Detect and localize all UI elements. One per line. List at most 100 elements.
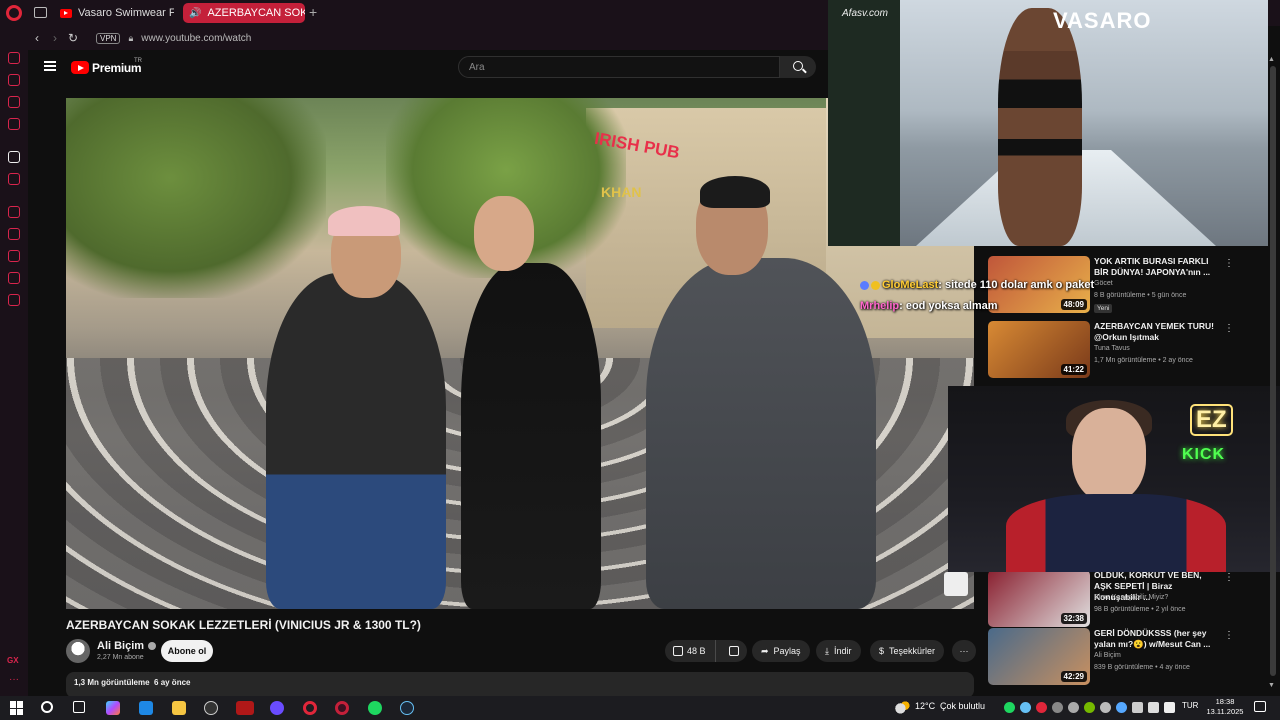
opera-logo-icon[interactable] <box>6 5 22 21</box>
thanks-icon: $ <box>879 646 885 656</box>
search-input[interactable] <box>459 57 779 78</box>
recommendation-title[interactable]: AZERBAYCAN YEMEK TURU! @Orkun Işıtmak <box>1094 321 1218 343</box>
search-taskbar-icon[interactable] <box>41 701 53 713</box>
workspaces-icon[interactable] <box>34 7 47 18</box>
copilot-icon[interactable] <box>106 701 120 715</box>
notification-icon[interactable] <box>1254 701 1266 712</box>
menu-icon[interactable] <box>44 61 56 71</box>
lock-icon[interactable]: 🔒︎ <box>128 33 133 44</box>
dislike-button[interactable] <box>721 646 747 656</box>
spotify-icon[interactable] <box>368 701 382 715</box>
tray-monitor-icon[interactable] <box>1132 702 1143 713</box>
recommendation-title[interactable]: GERİ DÖNDÜKSSS (her şey yalan mı?😮) w/Me… <box>1094 628 1218 650</box>
recommendation-item[interactable]: 42:29 GERİ DÖNDÜKSSS (her şey yalan mı?😮… <box>988 628 1238 686</box>
task-view-icon[interactable] <box>73 701 85 713</box>
recommendation-item[interactable]: 41:22 AZERBAYCAN YEMEK TURU! @Orkun Işıt… <box>988 321 1238 379</box>
app-icon[interactable] <box>270 701 284 715</box>
clock[interactable]: 18:38 13.11.2025 <box>1205 697 1245 717</box>
recommendation-thumbnail[interactable]: 32:38 <box>988 570 1090 627</box>
kebab-menu-icon[interactable]: ⋮ <box>1224 323 1234 334</box>
recommendation-thumbnail[interactable]: 41:22 <box>988 321 1090 378</box>
chat-username: Mrhelip <box>860 300 900 312</box>
sidebar-icon-3[interactable] <box>8 96 20 108</box>
tray-app-icon[interactable] <box>1100 702 1111 713</box>
runway-model <box>998 8 1082 246</box>
thanks-button[interactable]: $ Teşekkürler <box>870 640 945 662</box>
tray-network-icon[interactable] <box>1148 702 1159 713</box>
opera-taskbar-icon[interactable] <box>303 701 317 715</box>
scroll-down-arrow-icon[interactable]: ▼ <box>1268 682 1275 689</box>
recommendation-meta: 1,7 Mn görüntüleme • 2 ay önce <box>1094 357 1193 364</box>
input-language[interactable]: TUR <box>1182 701 1198 710</box>
forward-button[interactable]: › <box>46 31 64 45</box>
tray-app-icon[interactable] <box>1068 702 1079 713</box>
channel-name-text[interactable]: Ali Biçim <box>97 640 144 652</box>
sidebar-icon-4[interactable] <box>8 118 20 130</box>
weather-temperature[interactable]: 12°C <box>915 701 935 711</box>
recommendation-title[interactable]: YOK ARTIK BURASI FARKLI BİR DÜNYA! JAPON… <box>1094 256 1218 278</box>
file-explorer-icon[interactable] <box>172 701 186 715</box>
kebab-menu-icon[interactable]: ⋮ <box>1224 572 1234 583</box>
edge-icon[interactable] <box>139 701 153 715</box>
duration-badge: 42:29 <box>1060 671 1087 682</box>
tray-app-icon[interactable] <box>1052 702 1063 713</box>
new-tab-button[interactable]: + <box>309 4 317 20</box>
url-field[interactable]: www.youtube.com/watch <box>141 33 251 44</box>
youtube-logo-icon[interactable] <box>71 61 89 74</box>
kebab-menu-icon[interactable]: ⋮ <box>1224 630 1234 641</box>
vpn-badge[interactable]: VPN <box>96 32 121 44</box>
like-button[interactable]: 48 B <box>665 640 716 662</box>
settings-icon[interactable] <box>8 294 20 306</box>
more-horizontal-icon: ··· <box>959 646 969 656</box>
tab-azerbaycan[interactable]: 🔊 AZERBAYCAN SOKAK <box>183 3 305 23</box>
windows-start-icon[interactable] <box>10 701 24 715</box>
weather-condition[interactable]: Çok bulutlu <box>940 701 985 711</box>
back-button[interactable]: ‹ <box>28 31 46 45</box>
download-button[interactable]: ⤓ İndir <box>816 640 861 662</box>
recommendation-thumbnail[interactable]: 42:29 <box>988 628 1090 685</box>
video-person-head <box>474 196 534 271</box>
speaker-icon[interactable]: 🔊 <box>189 8 201 19</box>
sidebar-icon-2[interactable] <box>8 74 20 86</box>
kebab-menu-icon[interactable]: ⋮ <box>1224 258 1234 269</box>
tray-nvidia-icon[interactable] <box>1084 702 1095 713</box>
sidebar-icon-7[interactable] <box>8 206 20 218</box>
obs-icon[interactable] <box>204 701 218 715</box>
tray-spotify-icon[interactable] <box>1004 702 1015 713</box>
channel-avatar[interactable] <box>66 639 90 663</box>
sidebar-icon-9[interactable] <box>8 250 20 262</box>
more-icon[interactable]: ··· <box>9 674 19 685</box>
tray-steam-icon[interactable] <box>1020 702 1031 713</box>
gx-icon[interactable]: GX <box>7 656 19 665</box>
sidebar-icon-10[interactable] <box>8 272 20 284</box>
sidebar-icon-5[interactable] <box>8 151 20 163</box>
chat-message: Mrhelip: eod yoksa almam <box>860 300 998 312</box>
description-box[interactable]: 1,3 Mn görüntüleme 6 ay önce <box>66 672 974 698</box>
page-scrollbar[interactable] <box>1270 66 1276 676</box>
chat-text: : eod yoksa almam <box>899 300 998 312</box>
neon-sign-ez: EZ <box>1190 404 1233 436</box>
steam-icon[interactable] <box>400 701 414 715</box>
runway-backdrop <box>828 0 900 246</box>
sidebar-icon-8[interactable] <box>8 228 20 240</box>
sidebar-icon-1[interactable] <box>8 52 20 64</box>
download-label: İndir <box>833 646 852 656</box>
tray-app-icon[interactable] <box>1116 702 1127 713</box>
share-button[interactable]: ➦ Paylaş <box>752 640 810 662</box>
channel-name[interactable]: Ali Biçim <box>97 640 157 652</box>
more-actions-button[interactable]: ··· <box>952 640 976 662</box>
tray-volume-icon[interactable] <box>1164 702 1175 713</box>
opera-gx-taskbar-icon[interactable] <box>335 701 349 715</box>
subscribe-button[interactable]: Abone ol <box>161 640 213 662</box>
like-dislike-group: 48 B <box>665 640 747 662</box>
reload-button[interactable]: ↻ <box>64 31 82 45</box>
search-button[interactable] <box>780 56 816 78</box>
channel-watermark-icon[interactable] <box>944 572 968 596</box>
tab-vasaro[interactable]: Vasaro Swimwear Fashion <box>54 3 174 23</box>
mexc-icon[interactable] <box>236 701 254 715</box>
twitch-icon[interactable] <box>8 173 20 185</box>
recommendation-item[interactable]: 32:38 ÖLDÜK, KORKUT VE BEN, AŞK SEPETİ |… <box>988 570 1238 628</box>
tray-opera-icon[interactable] <box>1036 702 1047 713</box>
scroll-up-arrow-icon[interactable]: ▲ <box>1268 56 1275 63</box>
weather-icon[interactable] <box>894 700 910 714</box>
